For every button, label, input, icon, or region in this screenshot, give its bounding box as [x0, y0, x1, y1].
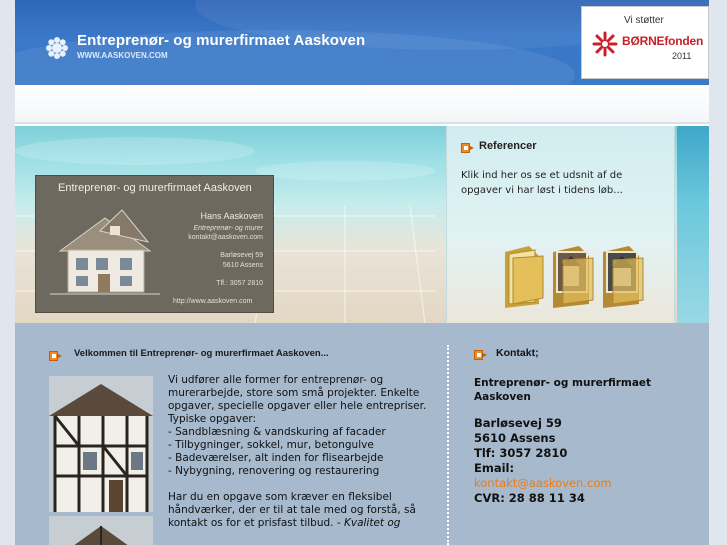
arrow-bullet-icon: [474, 350, 487, 360]
welcome-text: Vi udfører alle former for entreprenør- …: [168, 374, 438, 530]
folder-photo-icon[interactable]: [599, 246, 645, 308]
card-name: Hans Aaskoven: [200, 211, 263, 221]
card-phone: Tlf.: 3057 2810: [216, 280, 263, 287]
quality-text: - Kvalitet og: [336, 517, 401, 529]
references-title[interactable]: Referencer: [479, 140, 536, 152]
badge-year: 2011: [672, 51, 692, 61]
contact-phone: Tlf: 3057 2810: [474, 446, 568, 460]
page: Entreprenør- og murerfirmaet Aaskoven WW…: [15, 0, 709, 545]
half-timbered-house-photo[interactable]: [49, 376, 153, 512]
banner: Entreprenør- og murerfirmaet Aaskoven Ha…: [15, 126, 709, 323]
contact-details: Barløsevej 59 5610 Assens Tlf: 3057 2810…: [474, 416, 612, 506]
card-title: Entreprenør- og murerfirmaet Aaskoven: [58, 182, 252, 194]
contact-email-link[interactable]: kontakt@aaskoven.com: [474, 476, 612, 491]
contact-company: Entreprenør- og murerfirmaet Aaskoven: [474, 377, 652, 403]
contact-title: Kontakt;: [496, 347, 539, 359]
contact-city: 5610 Assens: [474, 431, 556, 445]
contact-cvr: CVR: 28 88 11 34: [474, 491, 585, 505]
card-role: Entreprenør- og murer: [193, 225, 263, 232]
references-text[interactable]: Klik ind her os se et udsnit af de opgav…: [461, 168, 661, 198]
contact-email-label: Email:: [474, 461, 515, 475]
card-email: kontakt@aaskoven.com: [188, 234, 263, 241]
offer-paragraph: Har du en opgave som kræver en fleksibel…: [168, 491, 438, 530]
card-web: http://www.aaskoven.com: [173, 298, 253, 305]
task-item: - Sandblæsning & vandskuring af facader: [168, 426, 386, 438]
arrow-bullet-icon: [49, 351, 62, 361]
tasks-heading: Typiske opgaver:: [168, 413, 257, 425]
site-header: Entreprenør- og murerfirmaet Aaskoven WW…: [15, 0, 709, 85]
card-address-line2: 5610 Assens: [222, 262, 263, 269]
task-item: - Badeværelser, alt inden for flisearbej…: [168, 452, 384, 464]
house-illustration: [50, 209, 160, 295]
snowflake-icon: [592, 31, 618, 57]
references-panel[interactable]: Referencer Klik ind her os se et udsnit …: [446, 126, 675, 323]
task-item: - Tilbygninger, sokkel, mur, betongulve: [168, 439, 374, 451]
main-content: Velkommen til Entreprenør- og murerfirma…: [15, 323, 709, 545]
house-photo[interactable]: [49, 516, 153, 545]
badge-top-text: Vi støtter: [624, 15, 664, 26]
card-address-line1: Barløsevej 59: [220, 252, 263, 259]
logo-flower-icon: [46, 37, 68, 59]
navigation-bar: [15, 85, 709, 124]
bornefonden-badge[interactable]: Vi støtter BØRNEfonden 2011: [581, 6, 709, 79]
folder-icon[interactable]: [499, 246, 545, 308]
folder-photo-icon[interactable]: [549, 246, 595, 308]
site-url[interactable]: WWW.AASKOVEN.COM: [77, 51, 168, 60]
contact-address: Barløsevej 59: [474, 416, 562, 430]
arrow-bullet-icon: [461, 143, 474, 153]
business-card: Entreprenør- og murerfirmaet Aaskoven Ha…: [35, 175, 274, 313]
intro-paragraph: Vi udfører alle former for entreprenør- …: [168, 374, 427, 412]
site-title[interactable]: Entreprenør- og murerfirmaet Aaskoven: [77, 32, 365, 49]
task-item: - Nybygning, renovering og restaurering: [168, 465, 380, 477]
badge-name: BØRNEfonden: [622, 34, 704, 48]
column-divider: [447, 345, 449, 545]
pool-water-decoration: [677, 126, 709, 323]
welcome-title: Velkommen til Entreprenør- og murerfirma…: [74, 348, 329, 359]
